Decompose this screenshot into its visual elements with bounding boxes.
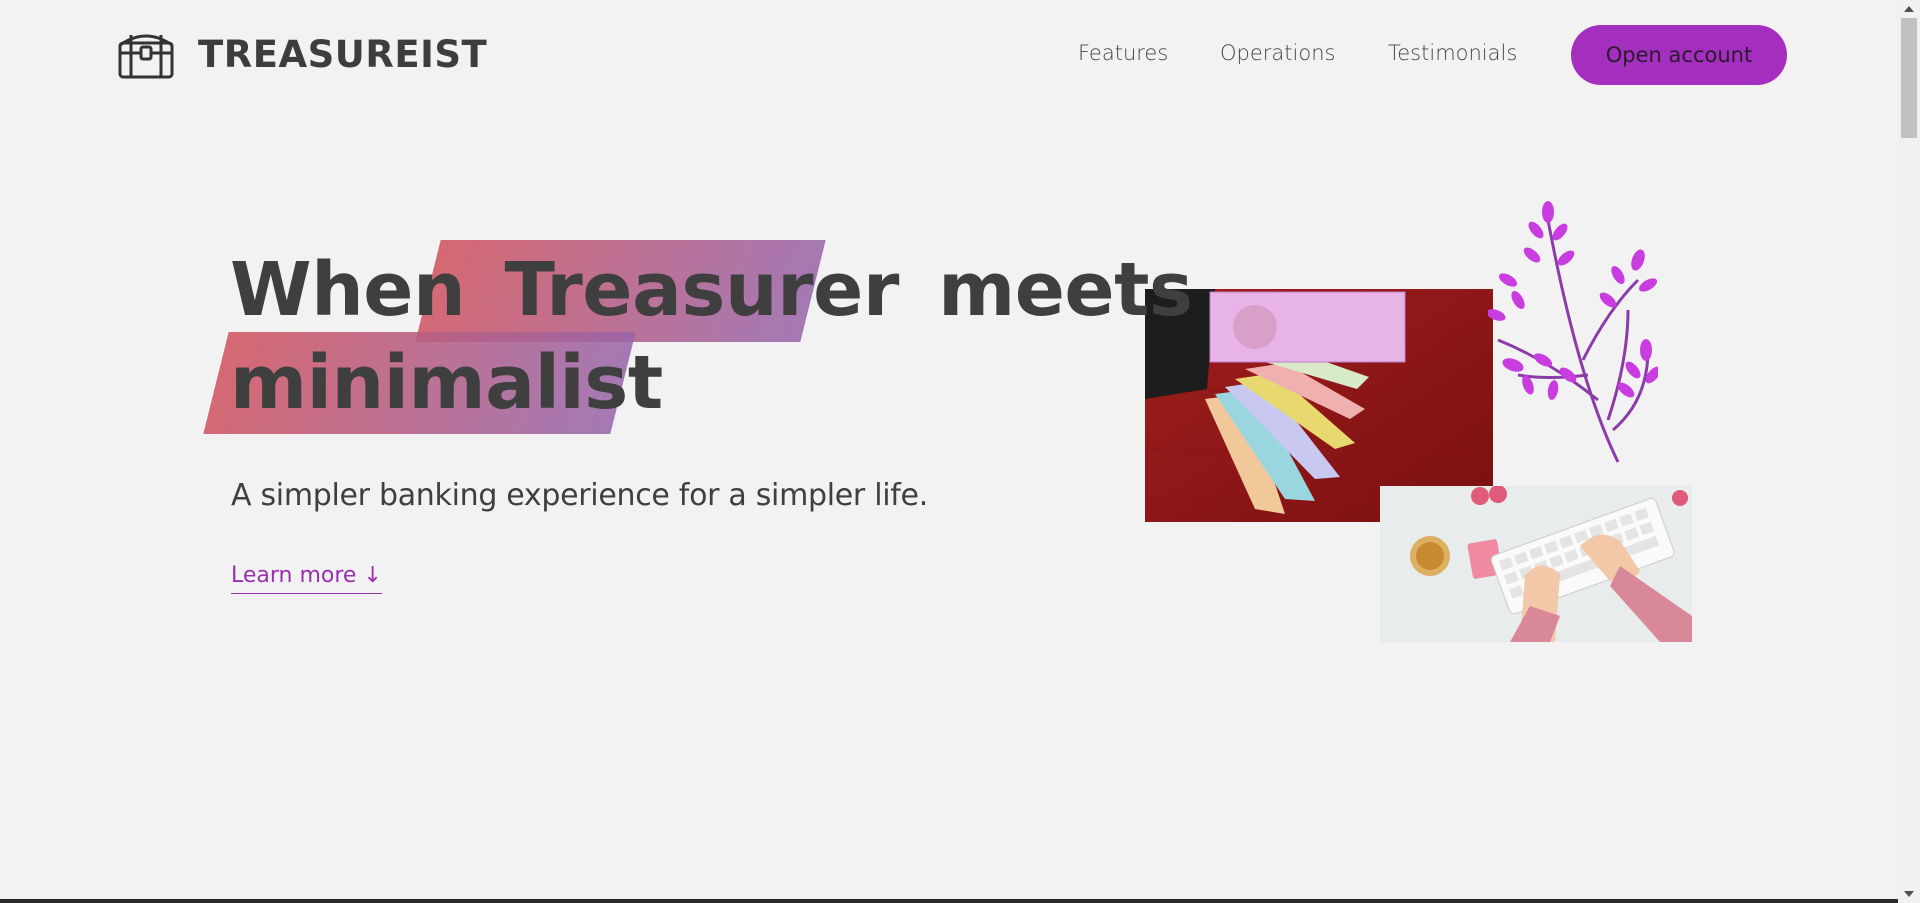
hero-title-line-2: minimalist: [230, 336, 663, 430]
nav-link-operations[interactable]: Operations: [1220, 41, 1335, 65]
title-word-meets: meets: [938, 247, 1193, 333]
typing-on-keyboard-image: [1380, 486, 1692, 642]
hero-subtitle: A simpler banking experience for a simpl…: [231, 478, 928, 513]
nav-link-features[interactable]: Features: [1078, 41, 1168, 65]
nav-links: Features Operations Testimonials Open ac…: [0, 0, 1898, 110]
scroll-up-arrow-icon[interactable]: [1904, 6, 1914, 12]
nav-link-testimonials[interactable]: Testimonials: [1388, 41, 1517, 65]
open-account-button[interactable]: Open account: [1571, 25, 1787, 85]
top-navigation: TREASUREIST Features Operations Testimon…: [0, 0, 1898, 110]
scroll-down-arrow-icon[interactable]: [1904, 891, 1914, 897]
vertical-scrollbar[interactable]: [1898, 0, 1920, 903]
purple-plant-illustration: [1486, 200, 1661, 470]
bottom-edge: [0, 899, 1898, 903]
title-word-when: When: [230, 247, 466, 333]
title-word-treasurer: Treasurer: [504, 247, 899, 333]
title-word-minimalist: minimalist: [230, 340, 663, 426]
scroll-thumb[interactable]: [1901, 18, 1917, 138]
hero-title-line-1: When Treasurer meets: [230, 243, 1193, 337]
learn-more-link[interactable]: Learn more ↓: [231, 563, 382, 594]
